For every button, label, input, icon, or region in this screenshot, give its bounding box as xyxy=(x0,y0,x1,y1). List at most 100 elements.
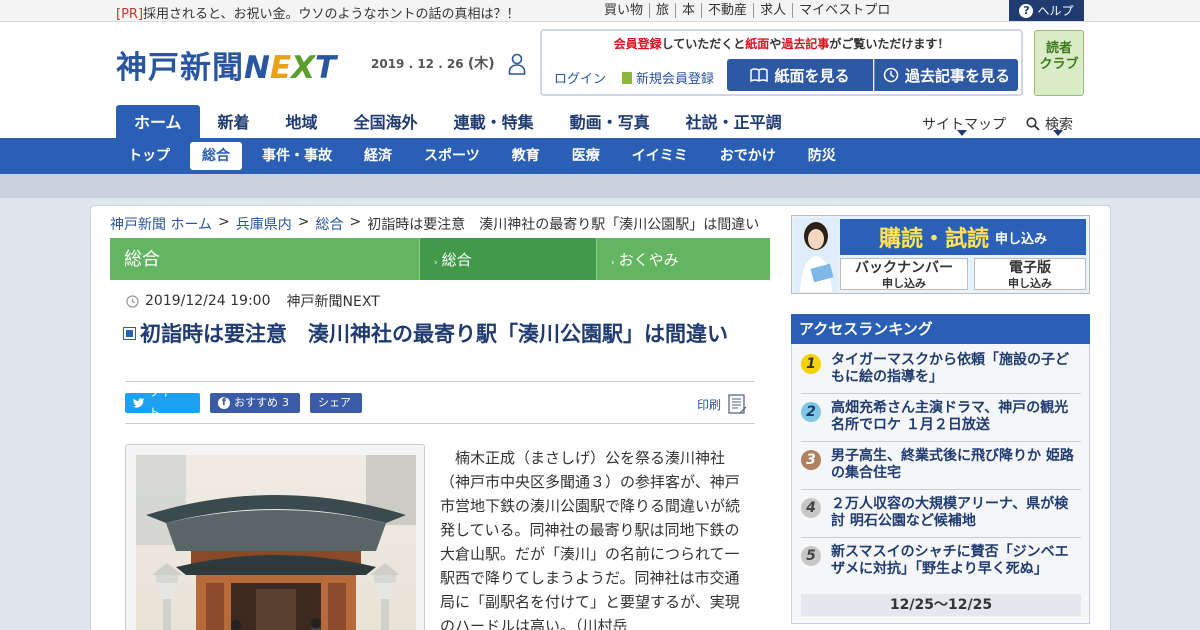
readers-club-button[interactable]: 読者 クラブ xyxy=(1034,30,1084,96)
section-title: 総合 xyxy=(110,238,420,280)
subnav-sports[interactable]: スポーツ xyxy=(412,142,492,170)
ranking-item[interactable]: 2 高畑充希さん主演ドラマ、神戸の観光名所でロケ １月２日放送 xyxy=(801,400,1081,442)
subnav-medical[interactable]: 医療 xyxy=(560,142,612,170)
question-icon: ? xyxy=(1019,3,1034,18)
sitemap-caret-icon xyxy=(957,130,967,136)
clock-icon xyxy=(126,294,139,308)
breadcrumb-home[interactable]: 神戸新聞 ホーム xyxy=(110,214,212,234)
nav-home[interactable]: ホーム xyxy=(116,105,200,138)
article-source: 神戸新聞NEXT xyxy=(286,294,380,310)
rank-title: タイガーマスクから依頼「施設の子どもに絵の指導を」 xyxy=(831,352,1069,385)
ranking-item[interactable]: 5 新スマスイのシャチに賛否「ジンベエザメに対抗」「野生より早く死ぬ」 xyxy=(801,544,1081,586)
nav-latest[interactable]: 新着 xyxy=(200,105,268,138)
facebook-icon: f xyxy=(218,397,230,409)
register-link[interactable]: 新規会員登録 xyxy=(622,68,714,87)
rank-title: 新スマスイのシャチに賛否「ジンベエザメに対抗」「野生より早く死ぬ」 xyxy=(831,544,1069,577)
site-header: 神戸新聞NEXT 2019 . 12 . 26 (木) 会員登録していただくと紙… xyxy=(0,22,1200,138)
top-links: 買い物 旅 本 不動産 求人 マイベストプロ xyxy=(598,3,896,18)
header-band xyxy=(0,174,1200,198)
main-nav: ホーム 新着 地域 全国海外 連載・特集 動画・写真 社説・正平調 xyxy=(116,105,800,138)
chevron-right-icon: › xyxy=(434,258,438,268)
subnav-economy[interactable]: 経済 xyxy=(352,142,404,170)
login-link[interactable]: ログイン xyxy=(554,68,606,87)
rank-title: 男子高生、終業式後に飛び降りか 姫路の集合住宅 xyxy=(831,448,1074,481)
top-strip: [PR]採用されると、お祝い金。ウソのようなホントの話の真相は？！ 買い物 旅 … xyxy=(0,0,1200,22)
top-link-books[interactable]: 本 xyxy=(675,3,701,18)
chevron-right-icon: > xyxy=(297,214,310,230)
nav-national[interactable]: 全国海外 xyxy=(336,105,436,138)
subnav-incidents[interactable]: 事件・事故 xyxy=(250,142,344,170)
print-button[interactable]: 印刷 xyxy=(697,394,748,414)
nav-video[interactable]: 動画・写真 xyxy=(552,105,668,138)
print-icon xyxy=(728,394,747,414)
ranking-item[interactable]: 3 男子高生、終業式後に飛び降りか 姫路の集合住宅 xyxy=(801,448,1081,490)
top-link-travel[interactable]: 旅 xyxy=(649,3,675,18)
twitter-icon xyxy=(133,398,145,408)
past-articles-button[interactable]: 過去記事を見る xyxy=(874,59,1018,91)
top-link-mybestpro[interactable]: マイベストプロ xyxy=(792,3,896,18)
tweet-button[interactable]: ツイート xyxy=(125,386,200,419)
ranking-period: 12/25～12/25 xyxy=(801,594,1081,616)
ranking-item[interactable]: 1 タイガーマスクから依頼「施設の子どもに絵の指導を」 xyxy=(801,352,1081,394)
breadcrumb-current: 初詣時は要注意 湊川神社の最寄り駅「湊川公園駅」は間違い xyxy=(367,217,760,233)
subscription-banner[interactable]: 購読・試読 申し込み バックナンバー 申し込み 電子版 申し込み xyxy=(791,215,1090,294)
logo-text: 神戸新聞 xyxy=(116,50,244,86)
nav-region[interactable]: 地域 xyxy=(268,105,336,138)
rank-title: ２万人収容の大規模アリーナ、県が検討 明石公園など候補地 xyxy=(831,496,1069,529)
search-icon xyxy=(1026,117,1040,131)
article-meta: 2019/12/24 19:00 神戸新聞NEXT xyxy=(126,291,380,311)
article-body: 楠木正成（まさしげ）公を祭る湊川神社（神戸市中央区多聞通３）の参拝客が、神戸市営… xyxy=(440,449,741,630)
shrine-photo xyxy=(136,455,416,630)
view-paper-button[interactable]: 紙面を見る xyxy=(727,59,873,91)
headline-marker-icon xyxy=(123,327,136,340)
ranking-item[interactable]: 4 ２万人収容の大規模アリーナ、県が検討 明石公園など候補地 xyxy=(801,496,1081,538)
share-button[interactable]: シェア xyxy=(310,393,362,413)
rank-number: 5 xyxy=(801,546,821,566)
digital-edition-button[interactable]: 電子版 申し込み xyxy=(974,258,1086,290)
chevron-right-icon: › xyxy=(611,258,615,268)
ranking-box: 1 タイガーマスクから依頼「施設の子どもに絵の指導を」 2 高畑充希さん主演ドラ… xyxy=(791,344,1090,624)
top-link-realestate[interactable]: 不動産 xyxy=(701,3,753,18)
subnav-disaster[interactable]: 防災 xyxy=(796,142,848,170)
back-number-button[interactable]: バックナンバー 申し込み xyxy=(840,258,968,290)
ranking-title: アクセスランキング xyxy=(791,314,1090,344)
help-label: ヘルプ xyxy=(1037,4,1074,18)
rank-number: 2 xyxy=(801,402,821,422)
recommend-count: 3 xyxy=(282,396,289,409)
breadcrumb-hyogo[interactable]: 兵庫県内 xyxy=(236,214,292,234)
subscribe-trial-label: 購読・試読 申し込み xyxy=(840,219,1086,255)
chevron-right-icon: > xyxy=(218,214,230,230)
rank-number: 1 xyxy=(801,354,821,374)
facebook-recommend-button[interactable]: f おすすめ 3 xyxy=(210,393,300,413)
breadcrumb: 神戸新聞 ホーム > 兵庫県内 > 総合 > 初詣時は要注意 湊川神社の最寄り駅… xyxy=(110,214,759,234)
article-datetime: 2019/12/24 19:00 xyxy=(145,293,271,309)
divider xyxy=(125,423,755,424)
subnav-top[interactable]: トップ xyxy=(116,142,182,170)
subnav-iimimi[interactable]: イイミミ xyxy=(620,142,700,170)
pr-text: 採用されると、お祝い金。ウソのようなホントの話の真相は？！ xyxy=(143,7,520,22)
section-tab-general[interactable]: › 総合 xyxy=(420,238,596,280)
top-link-shopping[interactable]: 買い物 xyxy=(598,3,649,18)
site-logo[interactable]: 神戸新聞NEXT xyxy=(116,42,336,87)
article-photo[interactable] xyxy=(125,444,425,630)
search-link[interactable]: 検索 xyxy=(1026,114,1073,134)
nav-editorial[interactable]: 社説・正平調 xyxy=(668,105,800,138)
subnav-outing[interactable]: おでかけ xyxy=(708,142,788,170)
pr-link[interactable]: [PR]採用されると、お祝い金。ウソのようなホントの話の真相は？！ xyxy=(116,3,520,22)
rank-number: 3 xyxy=(801,450,821,470)
help-button[interactable]: ? ヘルプ xyxy=(1009,0,1084,21)
breadcrumb-general[interactable]: 総合 xyxy=(316,214,344,234)
section-bar: 総合 › 総合 › おくやみ xyxy=(110,238,770,280)
current-date: 2019 . 12 . 26 (木) xyxy=(371,56,495,72)
rank-title: 高畑充希さん主演ドラマ、神戸の観光名所でロケ １月２日放送 xyxy=(831,400,1069,433)
divider xyxy=(125,381,755,382)
banner-person-image xyxy=(794,218,838,292)
user-icon[interactable] xyxy=(508,53,526,75)
chevron-right-icon: > xyxy=(349,214,362,230)
subnav-education[interactable]: 教育 xyxy=(500,142,552,170)
section-tab-obituary[interactable]: › おくやみ xyxy=(596,238,770,280)
search-caret-icon xyxy=(1053,130,1063,136)
top-link-jobs[interactable]: 求人 xyxy=(753,3,792,18)
subnav-general[interactable]: 総合 xyxy=(190,142,242,170)
nav-series[interactable]: 連載・特集 xyxy=(436,105,552,138)
